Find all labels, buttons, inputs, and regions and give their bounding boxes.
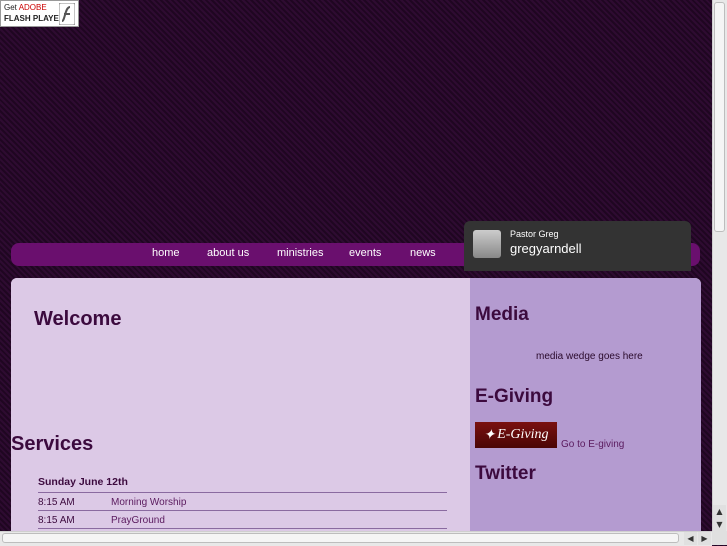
schedule-day: Sunday June 12th	[38, 476, 447, 493]
flash-badge-adobe: ADOBE	[18, 3, 47, 12]
schedule-event-link[interactable]: Morning Worship	[111, 497, 186, 508]
flash-icon	[59, 3, 75, 25]
services-schedule: Sunday June 12th 8:15 AM Morning Worship…	[38, 476, 447, 529]
egiving-logo[interactable]: ✦ E-Giving	[475, 422, 557, 448]
scroll-right-icon[interactable]: ▶	[698, 532, 711, 545]
nav-home[interactable]: home	[152, 247, 180, 259]
twitter-name: Pastor Greg	[510, 229, 559, 239]
flash-badge-title: FLASH PLAYER	[4, 14, 65, 23]
twitter-heading: Twitter	[475, 463, 536, 484]
twitter-handle[interactable]: gregyarndell	[510, 241, 582, 256]
sidebar: Media media wedge goes here E-Giving ✦ E…	[470, 278, 701, 538]
services-heading: Services	[11, 433, 94, 455]
media-heading: Media	[475, 304, 529, 325]
vertical-scroll-thumb[interactable]	[714, 2, 725, 232]
schedule-row: 8:15 AM Morning Worship	[38, 493, 447, 511]
sparkle-icon: ✦	[483, 427, 496, 443]
media-wedge-text: media wedge goes here	[536, 351, 643, 362]
egiving-link[interactable]: Go to E-giving	[561, 439, 624, 450]
schedule-event-link[interactable]: PrayGround	[111, 515, 165, 526]
egiving-logo-text: E-Giving	[497, 427, 549, 442]
egiving-heading: E-Giving	[475, 386, 554, 407]
flash-badge-get: Get	[4, 3, 17, 12]
twitter-widget[interactable]: Pastor Greg gregyarndell	[464, 221, 691, 271]
horizontal-scroll-thumb[interactable]	[2, 533, 679, 543]
scroll-down-icon[interactable]: ▼	[713, 518, 726, 531]
scroll-up-icon[interactable]: ▲	[713, 505, 726, 518]
schedule-time: 8:15 AM	[38, 497, 75, 508]
main-column: Welcome Services Sunday June 12th 8:15 A…	[11, 278, 470, 538]
welcome-heading: Welcome	[34, 308, 122, 330]
nav-events[interactable]: events	[349, 247, 381, 259]
scroll-left-icon[interactable]: ◀	[684, 532, 697, 545]
get-flash-player-badge[interactable]: Get ADOBE FLASH PLAYER	[0, 0, 79, 27]
scrollbar-corner	[712, 531, 727, 545]
nav-about-us[interactable]: about us	[207, 247, 249, 259]
nav-ministries[interactable]: ministries	[277, 247, 323, 259]
nav-news[interactable]: news	[410, 247, 436, 259]
schedule-row: 8:15 AM PrayGround	[38, 511, 447, 529]
content-panel: Welcome Services Sunday June 12th 8:15 A…	[11, 278, 701, 538]
avatar[interactable]	[473, 230, 501, 258]
schedule-time: 8:15 AM	[38, 515, 75, 526]
